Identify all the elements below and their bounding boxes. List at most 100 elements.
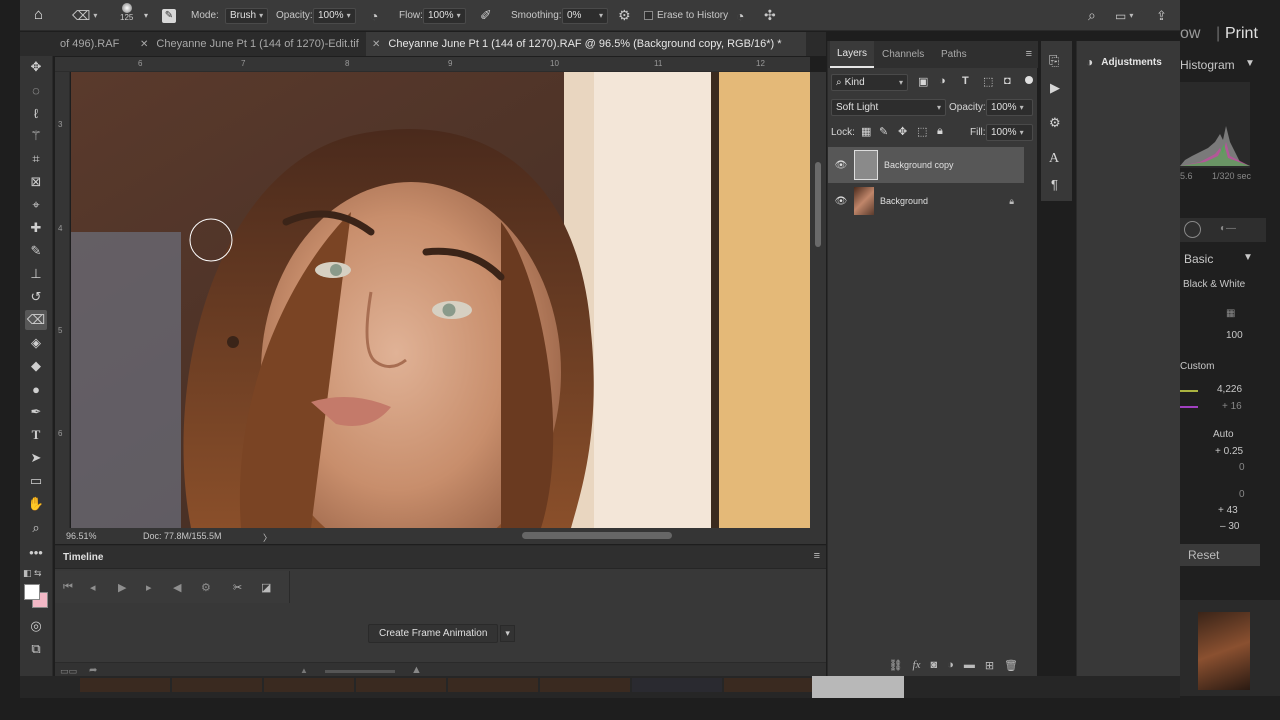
fill-input[interactable]: 100% ▾ xyxy=(986,124,1033,141)
default-colors-icon[interactable]: ◧ ⇆ xyxy=(23,568,42,579)
pixel-filter-icon[interactable]: ▣ xyxy=(918,75,928,88)
tab-layers[interactable]: Layers xyxy=(830,41,875,68)
blend-mode-select[interactable]: Soft Light ▾ xyxy=(831,99,946,116)
visibility-eye-icon[interactable]: 👁︎ xyxy=(828,160,854,171)
frame-tool-icon[interactable]: ⊠ xyxy=(25,172,47,192)
kind-filter-select[interactable]: ⌕ Kind ▾ xyxy=(831,74,908,91)
filmstrip-thumb[interactable] xyxy=(80,678,170,692)
adjustments-header[interactable]: ◑ Adjustments xyxy=(1077,51,1181,73)
tab-paths[interactable]: Paths xyxy=(934,41,974,68)
lock-all-icon[interactable]: 🔒︎ xyxy=(937,125,943,138)
play-icon[interactable]: ▶ xyxy=(118,581,126,594)
panel-menu-icon[interactable]: ≡ xyxy=(814,550,820,562)
lock-image-icon[interactable]: ✎ xyxy=(879,125,888,138)
status-menu-arrow[interactable]: 〉 xyxy=(263,531,272,544)
butterfly-icon[interactable]: ✣ xyxy=(764,7,776,24)
marquee-tool-icon[interactable]: ◌ xyxy=(25,80,47,100)
airbrush-icon[interactable]: ✐ xyxy=(480,7,492,24)
brush-tool-icon[interactable]: ✎ xyxy=(25,241,47,261)
fx-icon[interactable]: fx xyxy=(913,659,921,677)
pen-tool-icon[interactable]: ✒ xyxy=(25,402,47,422)
share-icon[interactable]: ⇪ xyxy=(1156,7,1167,24)
gear-icon[interactable]: ⚙ xyxy=(618,7,631,24)
add-mask-icon[interactable]: ◙ xyxy=(931,659,938,677)
blur-tool-icon[interactable]: ◆ xyxy=(25,356,47,376)
triangle-down-icon[interactable]: ▼ xyxy=(1243,252,1253,263)
highlights-value[interactable]: 0 xyxy=(1239,489,1245,500)
radial-filter-icon[interactable] xyxy=(1184,221,1201,238)
pressure-size-icon[interactable]: ◔ xyxy=(736,7,744,24)
triangle-down-icon[interactable]: ▼ xyxy=(1245,58,1255,69)
quick-mask-icon[interactable]: ◎ xyxy=(25,616,47,636)
pressure-opacity-icon[interactable]: ◔ xyxy=(370,7,378,24)
brush-preset-picker[interactable]: 125 xyxy=(120,3,133,29)
mode-select[interactable]: Brush ▾ xyxy=(225,7,269,24)
adjustment-filter-icon[interactable]: ◑ xyxy=(939,75,946,87)
type-filter-icon[interactable]: T xyxy=(962,75,969,87)
adjustment-layer-icon[interactable]: ◑ xyxy=(947,659,954,677)
tab-edit-tif[interactable]: ✕ Cheyanne June Pt 1 (144 of 1270)-Edit.t… xyxy=(134,32,365,56)
brush-settings-icon[interactable]: ✎ xyxy=(162,7,176,24)
history-brush-icon[interactable]: ↺ xyxy=(25,287,47,307)
properties-panel-icon[interactable]: ⚙ xyxy=(1049,115,1061,131)
brush-slider-icon[interactable]: ◐— xyxy=(1220,223,1236,234)
dodge-tool-icon[interactable]: ● xyxy=(25,379,47,399)
layer-row-background-copy[interactable]: 👁︎ Background copy xyxy=(828,147,1024,183)
hand-tool-icon[interactable]: ✋ xyxy=(25,494,47,514)
exposure-value[interactable]: + 0.25 xyxy=(1215,446,1243,457)
tab-channels[interactable]: Channels xyxy=(875,41,931,68)
previous-frame-icon[interactable]: ◂ xyxy=(90,581,96,594)
link-layers-icon[interactable]: ⛓ xyxy=(889,659,903,677)
next-frame-icon[interactable]: ▸ xyxy=(146,581,152,594)
lock-position-icon[interactable]: ✥ xyxy=(898,125,907,138)
convert-icon[interactable]: ➦ xyxy=(89,665,97,676)
layer-name[interactable]: Background xyxy=(880,196,928,206)
vertical-scrollbar[interactable] xyxy=(810,72,826,528)
photo-thumbnail[interactable] xyxy=(1198,612,1250,690)
filmstrip-thumb[interactable] xyxy=(264,678,354,692)
chevron-down-icon[interactable]: ▾ xyxy=(500,624,515,642)
panel-menu-icon[interactable]: ≡ xyxy=(1026,48,1032,60)
filmstrip-thumb[interactable] xyxy=(724,678,814,692)
filmstrip-thumb[interactable] xyxy=(540,678,630,692)
reset-button[interactable]: Reset xyxy=(1180,544,1260,566)
lasso-tool-icon[interactable]: ℓ xyxy=(25,103,47,123)
trash-icon[interactable]: 🗑︎ xyxy=(1004,659,1018,677)
histogram-header[interactable]: Histogram xyxy=(1180,58,1235,72)
flow-input[interactable]: 100% ▾ xyxy=(423,7,466,24)
filmstrip-thumb[interactable] xyxy=(632,678,722,692)
black-white-treatment[interactable]: Black & White xyxy=(1183,279,1245,290)
layer-opacity-input[interactable]: 100% ▾ xyxy=(986,99,1033,116)
eraser-tool-icon[interactable]: ⌫ ▾ xyxy=(72,7,97,24)
search-icon[interactable]: ⌕ xyxy=(1088,7,1096,24)
lock-artboard-icon[interactable]: ⬚ xyxy=(917,125,927,138)
transition-icon[interactable]: ◪ xyxy=(261,581,271,594)
filter-toggle-icon[interactable] xyxy=(1025,76,1033,84)
foreground-color-swatch[interactable] xyxy=(24,584,40,600)
profile-grid-icon[interactable]: ▦ xyxy=(1226,308,1235,319)
timeline-zoom-slider[interactable] xyxy=(325,670,395,673)
visibility-eye-icon[interactable]: 👁︎ xyxy=(828,196,854,207)
tint-slider-track[interactable] xyxy=(1180,406,1198,408)
paint-bucket-icon[interactable]: ◈ xyxy=(25,333,47,353)
erase-to-history-checkbox[interactable]: Erase to History xyxy=(644,7,728,24)
filmstrip-thumb-selected[interactable] xyxy=(812,676,904,698)
shape-filter-icon[interactable]: ⬚ xyxy=(983,75,993,88)
module-label-show[interactable]: ow xyxy=(1180,25,1200,43)
audio-icon[interactable]: ◀ xyxy=(173,581,181,594)
zoom-out-icon[interactable]: ▲ xyxy=(300,666,308,675)
new-layer-icon[interactable]: ⊞ xyxy=(985,659,994,677)
zoom-in-icon[interactable]: ▲ xyxy=(411,664,422,676)
filmstrip-thumb[interactable] xyxy=(448,678,538,692)
scroll-thumb[interactable] xyxy=(815,162,821,247)
zoom-readout[interactable]: 96.51% xyxy=(66,531,97,541)
temp-value[interactable]: 4,226 xyxy=(1217,384,1242,395)
type-tool-icon[interactable]: T xyxy=(25,425,47,445)
zoom-tool-icon[interactable]: ⌕ xyxy=(25,518,47,538)
shadows-value[interactable]: + 43 xyxy=(1218,505,1238,516)
more-tools-icon[interactable]: ••• xyxy=(25,542,47,562)
basic-section-header[interactable]: Basic xyxy=(1184,252,1213,266)
opacity-input[interactable]: 100% ▾ xyxy=(313,7,356,24)
path-selection-icon[interactable]: ➤ xyxy=(25,448,47,468)
group-folder-icon[interactable]: ▬ xyxy=(964,659,975,677)
